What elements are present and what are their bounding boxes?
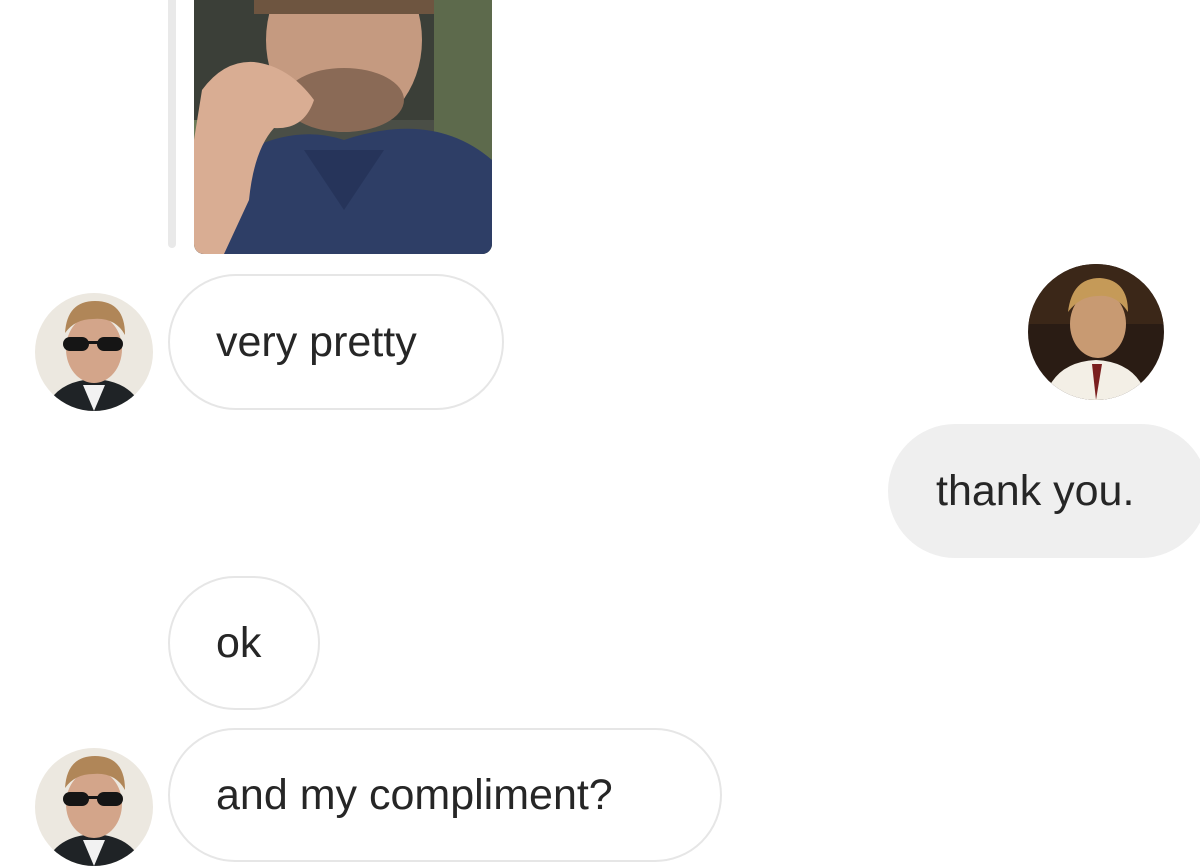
sender-avatar[interactable] [35, 748, 153, 866]
received-message-bubble[interactable]: ok [168, 576, 320, 710]
received-message-bubble[interactable]: very pretty [168, 274, 504, 410]
message-text: ok [216, 618, 262, 667]
received-message-bubble[interactable]: and my compliment? [168, 728, 722, 862]
message-photo[interactable] [194, 0, 492, 254]
message-text: very pretty [216, 317, 417, 366]
my-avatar[interactable] [1028, 264, 1164, 400]
chat-thread: very pretty thank you. ok and my complim… [0, 0, 1200, 866]
message-text: and my compliment? [216, 770, 613, 819]
photo-message[interactable] [168, 0, 498, 256]
sent-message-bubble[interactable]: thank you. [888, 424, 1200, 558]
message-text: thank you. [936, 466, 1135, 515]
sender-avatar[interactable] [35, 293, 153, 411]
reply-indicator-bar [168, 0, 176, 248]
